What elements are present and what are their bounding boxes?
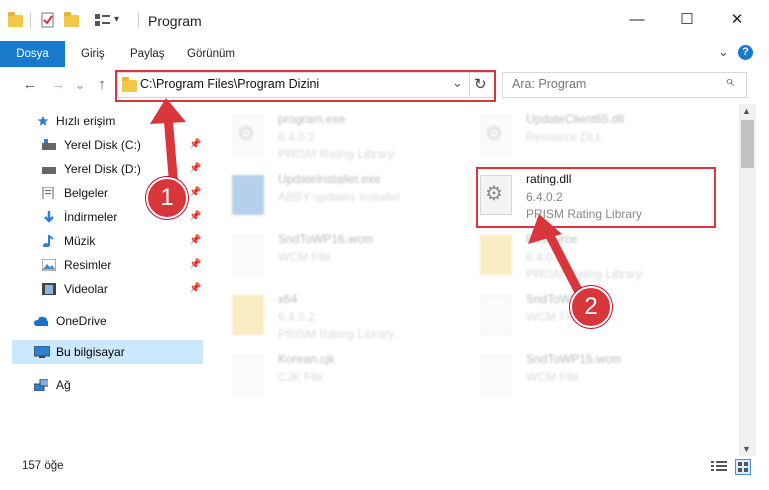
step-badge-1: 1 bbox=[146, 177, 188, 219]
arrowhead-1 bbox=[150, 98, 186, 124]
step-badge-2: 2 bbox=[570, 286, 612, 328]
annotation-arrows bbox=[150, 98, 588, 305]
